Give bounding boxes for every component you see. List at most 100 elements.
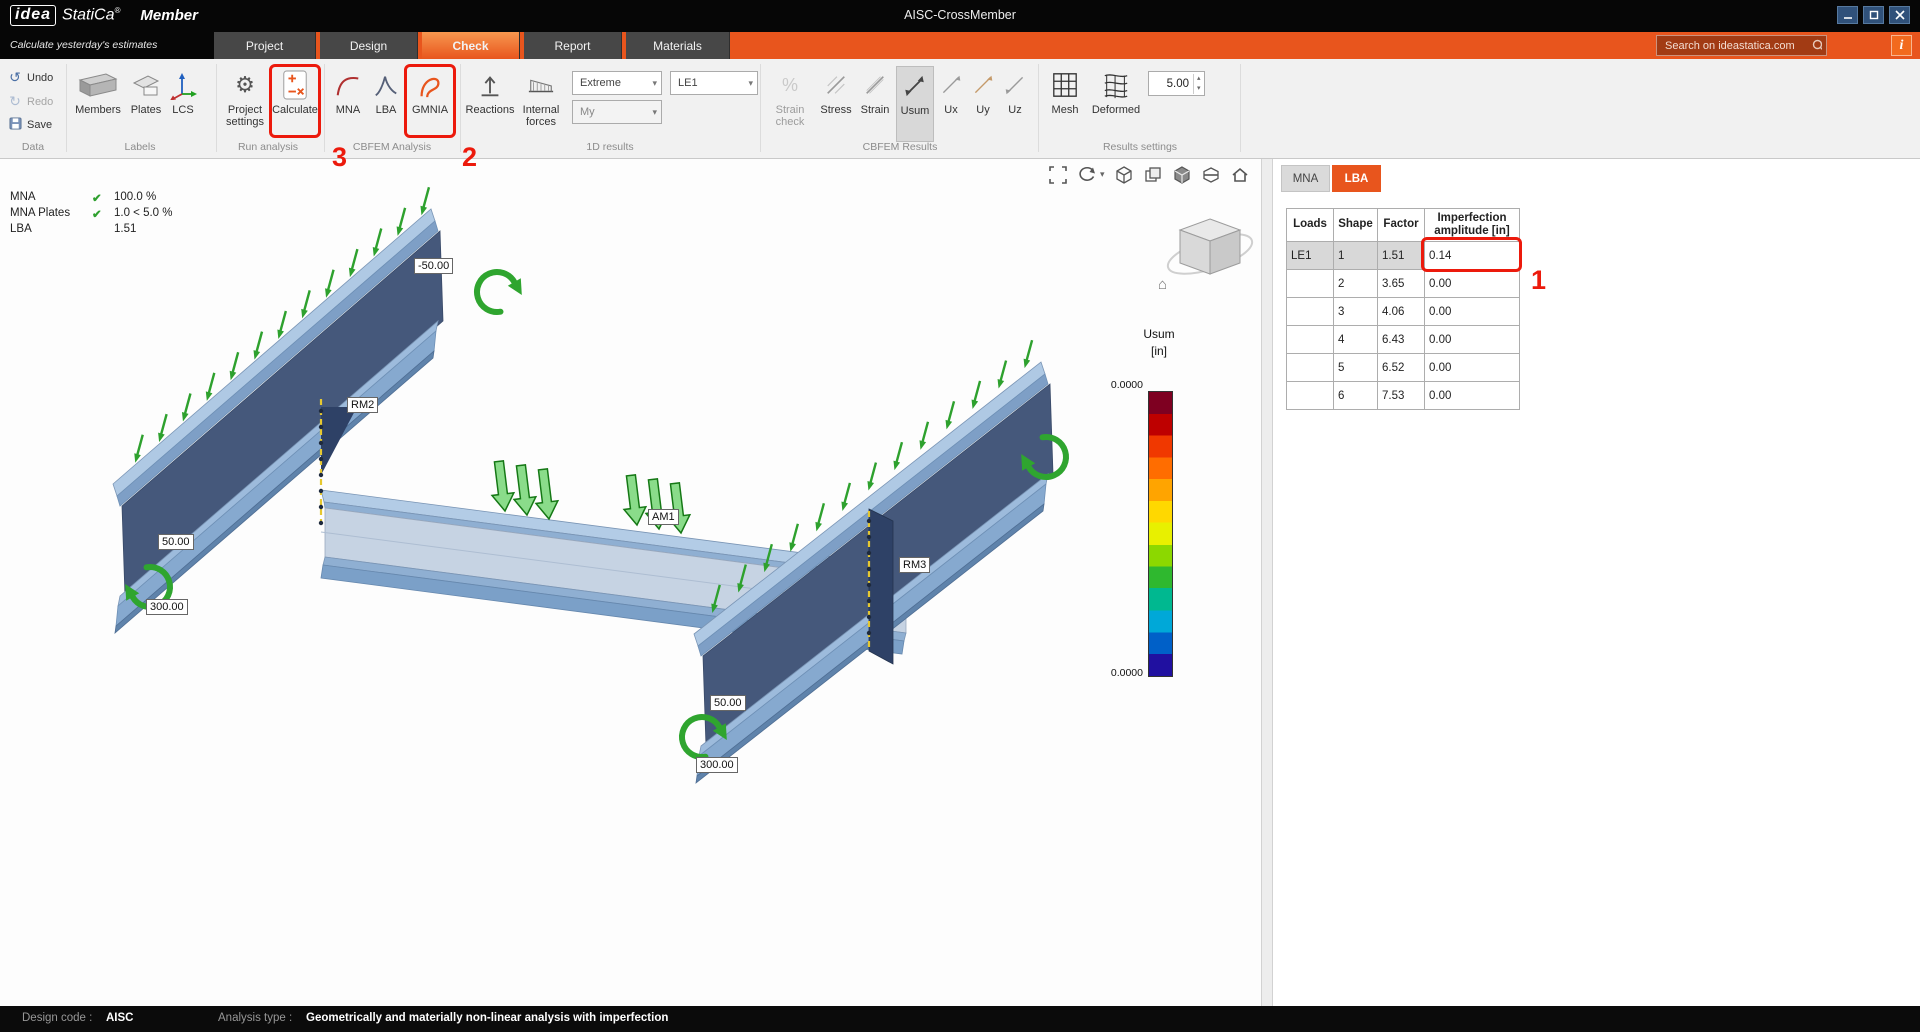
panel-tab-mna[interactable]: MNA	[1281, 165, 1330, 192]
uz-icon	[1004, 66, 1026, 104]
tab-report[interactable]: Report	[524, 32, 622, 59]
strain-button[interactable]: Strain	[856, 66, 894, 142]
main-tab-strip: Calculate yesterday's estimates Project …	[0, 32, 1920, 59]
clipping-plane-icon[interactable]	[1202, 165, 1221, 184]
minimize-icon	[1843, 10, 1853, 20]
redo-button[interactable]: ↻Redo	[8, 93, 53, 110]
tab-materials[interactable]: Materials	[626, 32, 730, 59]
gmnia-curve-icon	[416, 66, 444, 104]
model-scene: ⌂	[0, 159, 1261, 1006]
viewport-3d-canvas[interactable]: ⌂ MNA ✔ 100.0 % MNA Plates ✔ 1.0 < 5.0 %…	[0, 159, 1261, 1006]
stress-button[interactable]: Stress	[818, 66, 854, 142]
analysis-type-label: Analysis type :	[218, 1012, 292, 1024]
status-row-mna: MNA ✔ 100.0 %	[10, 191, 156, 205]
window-controls	[1837, 6, 1910, 24]
search-input[interactable]	[1657, 40, 1811, 52]
internal-forces-button[interactable]: Internal forces	[516, 66, 566, 142]
group-label-labels: Labels	[90, 141, 190, 153]
colorbar-title: Usum	[1128, 327, 1190, 341]
tab-check[interactable]: Check	[422, 32, 520, 59]
table-row: 2 3.65 0.00	[1287, 270, 1520, 298]
strain-check-button[interactable]: % Strain check	[766, 66, 814, 142]
save-button[interactable]: Save	[8, 117, 52, 133]
ux-button[interactable]: Ux	[936, 66, 966, 142]
extreme-dropdown[interactable]: Extreme▾	[572, 71, 662, 95]
load-value-label: 300.00	[146, 599, 188, 615]
internal-forces-icon	[525, 66, 557, 104]
panel-splitter[interactable]	[1261, 159, 1273, 1006]
panel-tab-lba[interactable]: LBA	[1332, 165, 1381, 192]
colorbar-unit: [in]	[1128, 344, 1190, 358]
percent-icon: %	[782, 66, 798, 104]
minimize-button[interactable]	[1837, 6, 1858, 24]
chevron-down-icon[interactable]: ▾	[1100, 169, 1105, 180]
table-row: LE1 1 1.51 0.14	[1287, 242, 1520, 270]
chevron-down-icon: ▾	[652, 107, 657, 118]
plates-button[interactable]: Plates	[128, 66, 164, 142]
lba-button[interactable]: LBA	[368, 66, 404, 142]
save-icon	[8, 117, 22, 133]
member-label-rm3: RM3	[899, 557, 930, 573]
solid-cube-icon[interactable]	[1173, 165, 1192, 184]
group-label-data: Data	[6, 141, 60, 153]
usum-button[interactable]: Usum	[896, 66, 934, 142]
deformed-scale-stepper[interactable]: ▴ ▾	[1148, 71, 1205, 96]
calculate-button[interactable]: Calculate	[272, 66, 318, 142]
my-dropdown[interactable]: My▾	[572, 100, 662, 124]
colorbar-min-value: 0.0000	[1083, 667, 1143, 679]
undo-button[interactable]: ↺Undo	[8, 69, 53, 86]
check-icon: ✔	[92, 191, 114, 205]
load-value-label: 50.00	[158, 534, 194, 550]
mesh-button[interactable]: Mesh	[1044, 66, 1086, 142]
uy-button[interactable]: Uy	[968, 66, 998, 142]
uy-icon	[972, 66, 994, 104]
spin-up-icon[interactable]: ▴	[1194, 74, 1204, 84]
stress-icon	[824, 66, 848, 104]
deformed-scale-input[interactable]	[1149, 77, 1193, 91]
close-icon	[1895, 10, 1905, 20]
close-button[interactable]	[1889, 6, 1910, 24]
faces-view-icon[interactable]	[1144, 165, 1163, 184]
members-button[interactable]: Members	[72, 66, 124, 142]
gmnia-button[interactable]: GMNIA	[407, 66, 453, 142]
fit-view-icon[interactable]	[1048, 165, 1067, 184]
spin-down-icon[interactable]: ▾	[1194, 84, 1204, 94]
svg-text:⌂: ⌂	[1158, 276, 1167, 293]
deformed-mesh-icon	[1102, 66, 1130, 104]
status-row-mna-plates: MNA Plates ✔ 1.0 < 5.0 %	[10, 207, 173, 221]
viewport-toolbar: ▾	[1048, 165, 1250, 184]
lba-curve-icon	[372, 66, 400, 104]
maximize-icon	[1869, 10, 1879, 20]
search-box[interactable]	[1656, 35, 1827, 56]
uz-button[interactable]: Uz	[1000, 66, 1030, 142]
load-value-label: 50.00	[710, 695, 746, 711]
load-case-dropdown[interactable]: LE1▾	[670, 71, 758, 95]
tagline-block: Calculate yesterday's estimates	[0, 32, 214, 59]
analysis-type-value: Geometrically and materially non-linear …	[306, 1012, 668, 1024]
deformed-button[interactable]: Deformed	[1090, 66, 1142, 142]
imperfection-amplitude-cell[interactable]: 0.14	[1425, 242, 1520, 270]
member-label-rm2: RM2	[347, 397, 378, 413]
project-settings-button[interactable]: ⚙ Project settings	[222, 66, 268, 142]
tab-project[interactable]: Project	[214, 32, 316, 59]
design-code-label: Design code :	[22, 1012, 92, 1024]
lcs-button[interactable]: LCS	[166, 66, 200, 142]
home-view-icon[interactable]	[1231, 165, 1250, 184]
chevron-down-icon: ▾	[652, 78, 657, 89]
mna-button[interactable]: MNA	[330, 66, 366, 142]
strain-icon	[863, 66, 887, 104]
usum-icon	[903, 67, 927, 105]
wireframe-cube-icon[interactable]	[1115, 165, 1134, 184]
lcs-icon	[169, 66, 197, 104]
table-row: 3 4.06 0.00	[1287, 298, 1520, 326]
maximize-button[interactable]	[1863, 6, 1884, 24]
info-button[interactable]: i	[1891, 35, 1912, 56]
reactions-button[interactable]: Reactions	[466, 66, 514, 142]
orbit-view-icon[interactable]	[1077, 165, 1096, 184]
colorbar-max-value: 0.0000	[1083, 379, 1143, 391]
status-row-lba: LBA 1.51	[10, 223, 136, 235]
tab-design[interactable]: Design	[320, 32, 418, 59]
group-label-cbfem-analysis: CBFEM Analysis	[328, 141, 456, 153]
table-row: 6 7.53 0.00	[1287, 382, 1520, 410]
mna-curve-icon	[334, 66, 362, 104]
